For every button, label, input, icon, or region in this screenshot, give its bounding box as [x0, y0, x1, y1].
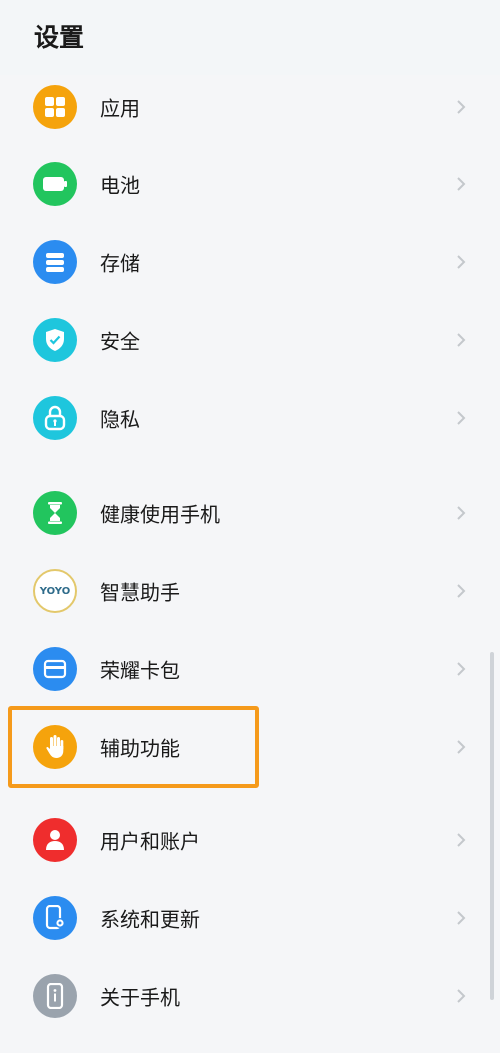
settings-item-smart-assistant[interactable]: YOYO 智慧助手	[0, 552, 486, 630]
settings-item-label: 关于手机	[100, 985, 180, 1010]
settings-item-label: 荣耀卡包	[100, 658, 180, 683]
chevron-right-icon	[457, 662, 466, 676]
phone-info-icon	[33, 974, 77, 1018]
chevron-right-icon	[457, 989, 466, 1003]
user-icon	[33, 818, 77, 862]
chevron-right-icon	[457, 100, 466, 114]
settings-item-label: 用户和账户	[100, 829, 200, 854]
chevron-right-icon	[457, 255, 466, 269]
settings-item-privacy[interactable]: 隐私	[0, 379, 486, 457]
chevron-right-icon	[457, 506, 466, 520]
phone-settings-icon	[33, 896, 77, 940]
chevron-right-icon	[457, 911, 466, 925]
highlight-box	[8, 706, 259, 788]
page-title: 设置	[34, 23, 85, 52]
settings-item-label: 电池	[100, 173, 140, 198]
chevron-right-icon	[457, 333, 466, 347]
chevron-right-icon	[457, 833, 466, 847]
settings-item-battery[interactable]: 电池	[0, 145, 486, 223]
yoyo-icon: YOYO	[33, 569, 77, 613]
settings-item-system-update[interactable]: 系统和更新	[0, 879, 486, 957]
settings-item-wallet[interactable]: 荣耀卡包	[0, 630, 486, 708]
chevron-right-icon	[457, 177, 466, 191]
battery-icon	[33, 162, 77, 206]
chevron-right-icon	[457, 411, 466, 425]
settings-item-label: 健康使用手机	[100, 502, 220, 527]
top-bar: 设置	[0, 0, 500, 75]
settings-item-storage[interactable]: 存储	[0, 223, 486, 301]
settings-item-about-phone[interactable]: 关于手机	[0, 957, 486, 1035]
chevron-right-icon	[457, 584, 466, 598]
apps-grid-icon	[33, 85, 77, 129]
hourglass-icon	[33, 491, 77, 535]
settings-item-digital-wellbeing[interactable]: 健康使用手机	[0, 474, 486, 552]
settings-item-security[interactable]: 安全	[0, 301, 486, 379]
settings-item-label: 应用	[100, 96, 140, 121]
settings-item-users-accounts[interactable]: 用户和账户	[0, 801, 486, 879]
scrollbar[interactable]	[490, 652, 494, 1000]
settings-item-label: 隐私	[100, 407, 140, 432]
shield-check-icon	[33, 318, 77, 362]
settings-item-label: 存储	[100, 251, 140, 276]
privacy-lock-icon	[33, 396, 77, 440]
storage-icon	[33, 240, 77, 284]
settings-item-label: 系统和更新	[100, 907, 200, 932]
chevron-right-icon	[457, 740, 466, 754]
settings-item-label: 安全	[100, 329, 140, 354]
wallet-card-icon	[33, 647, 77, 691]
settings-item-label: 智慧助手	[100, 580, 180, 605]
settings-item-apps[interactable]: 应用	[0, 68, 486, 146]
